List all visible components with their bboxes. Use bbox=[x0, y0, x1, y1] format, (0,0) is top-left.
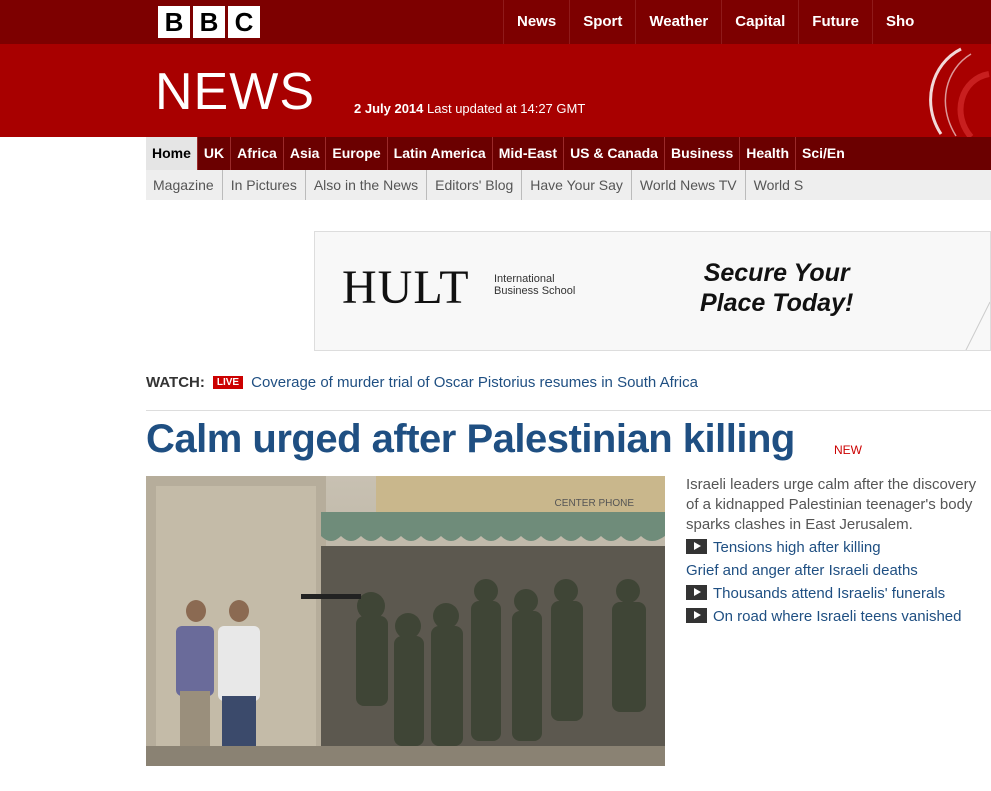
nav-item-uk[interactable]: UK bbox=[196, 137, 230, 170]
bbc-logo-letter: B bbox=[193, 6, 225, 38]
nav-item-health[interactable]: Health bbox=[739, 137, 795, 170]
top-story-headline[interactable]: Calm urged after Palestinian killing bbox=[146, 417, 795, 462]
summary-text: Israeli leaders urge calm after the disc… bbox=[686, 476, 977, 533]
related-link-funerals[interactable]: Thousands attend Israelis' funerals bbox=[686, 584, 991, 604]
live-badge: LIVE bbox=[212, 376, 244, 389]
nav-item-home[interactable]: Home bbox=[146, 137, 197, 170]
nav-item-asia[interactable]: Asia bbox=[282, 137, 326, 170]
related-link-label: On road where Israeli teens vanished bbox=[713, 608, 962, 625]
advert-banner[interactable]: HULT International Business School Secur… bbox=[314, 231, 991, 351]
ad-brand: HULT bbox=[342, 261, 470, 314]
subnav-item-also-in-the-news[interactable]: Also in the News bbox=[304, 170, 426, 200]
watch-live-strip: WATCH: LIVE Coverage of murder trial of … bbox=[146, 374, 698, 391]
global-nav-future[interactable]: Future bbox=[798, 0, 872, 44]
dateline-updated: Last updated at 14:27 GMT bbox=[427, 101, 586, 116]
nav-item-latin-america[interactable]: Latin America bbox=[386, 137, 492, 170]
bbc-logo[interactable]: B B C bbox=[158, 6, 260, 38]
subnav-item-magazine[interactable]: Magazine bbox=[146, 170, 222, 200]
nav-item-europe[interactable]: Europe bbox=[325, 137, 386, 170]
related-link-label: Grief and anger after Israeli deaths bbox=[686, 562, 918, 579]
bbc-logo-letter: C bbox=[228, 6, 260, 38]
subnav-item-in-pictures[interactable]: In Pictures bbox=[221, 170, 305, 200]
soldiers-street-photo: CENTER PHONE bbox=[146, 476, 665, 766]
masthead bbox=[0, 44, 991, 137]
nav-item-business[interactable]: Business bbox=[663, 137, 739, 170]
photo-shop-sign: CENTER PHONE bbox=[555, 498, 635, 509]
global-nav: News Sport Weather Capital Future Sho bbox=[503, 0, 927, 44]
global-nav-weather[interactable]: Weather bbox=[635, 0, 721, 44]
bbc-logo-letter: B bbox=[158, 6, 190, 38]
ad-slogan-line1: Secure Your bbox=[703, 259, 850, 287]
video-play-icon bbox=[686, 539, 707, 554]
global-nav-sport[interactable]: Sport bbox=[569, 0, 635, 44]
related-link-label: Tensions high after killing bbox=[713, 539, 881, 556]
primary-nav: Home UK Africa Asia Europe Latin America… bbox=[146, 137, 991, 170]
subnav-item-world-news-tv[interactable]: World News TV bbox=[630, 170, 745, 200]
related-link-tensions[interactable]: Tensions high after killing bbox=[686, 538, 991, 558]
watch-label: WATCH: bbox=[146, 374, 205, 391]
nav-item-africa[interactable]: Africa bbox=[230, 137, 283, 170]
top-bar: B B C News Sport Weather Capital Future … bbox=[0, 0, 991, 44]
related-link-label: Thousands attend Israelis' funerals bbox=[713, 585, 946, 602]
news-logo[interactable]: NEWS bbox=[155, 62, 315, 122]
related-link-road[interactable]: On road where Israeli teens vanished bbox=[686, 607, 991, 627]
global-nav-news[interactable]: News bbox=[503, 0, 569, 44]
new-tag: NEW bbox=[834, 443, 862, 457]
related-link-grief[interactable]: Grief and anger after Israeli deaths bbox=[686, 561, 991, 581]
subnav-item-have-your-say[interactable]: Have Your Say bbox=[521, 170, 631, 200]
global-nav-shop[interactable]: Sho bbox=[871, 0, 927, 44]
ad-slogan: Secure Your Place Today! bbox=[700, 258, 853, 318]
video-play-icon bbox=[686, 585, 707, 600]
ad-brand-subtitle: International Business School bbox=[494, 273, 576, 297]
watch-live-link[interactable]: Coverage of murder trial of Oscar Pistor… bbox=[251, 374, 698, 391]
dateline-date: 2 July 2014 bbox=[354, 101, 424, 116]
ad-decoration bbox=[965, 301, 990, 350]
secondary-nav: Magazine In Pictures Also in the News Ed… bbox=[146, 170, 991, 200]
story-summary: Israeli leaders urge calm after the disc… bbox=[686, 475, 991, 627]
nav-item-us-canada[interactable]: US & Canada bbox=[563, 137, 664, 170]
ad-slogan-line2: Place Today! bbox=[700, 289, 854, 317]
nav-item-sci-env[interactable]: Sci/En bbox=[795, 137, 851, 170]
divider bbox=[146, 410, 991, 411]
dateline: 2 July 2014 Last updated at 14:27 GMT bbox=[354, 101, 585, 116]
global-nav-capital[interactable]: Capital bbox=[721, 0, 798, 44]
top-story-image[interactable]: CENTER PHONE bbox=[146, 476, 665, 766]
video-play-icon bbox=[686, 608, 707, 623]
subnav-item-editors-blog[interactable]: Editors' Blog bbox=[426, 170, 521, 200]
nav-item-mid-east[interactable]: Mid-East bbox=[491, 137, 563, 170]
subnav-item-world-service[interactable]: World S bbox=[744, 170, 812, 200]
masthead-swirl-graphic bbox=[929, 47, 990, 137]
